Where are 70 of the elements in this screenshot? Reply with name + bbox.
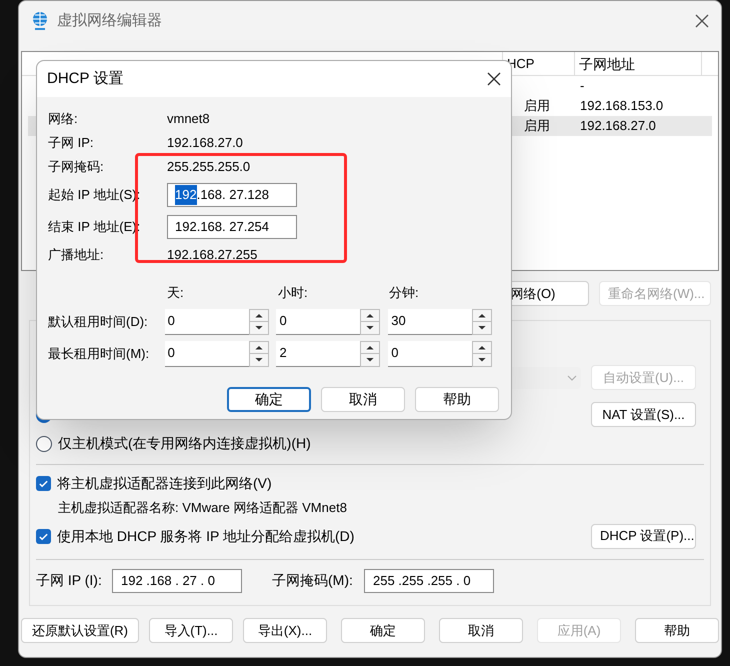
button[interactable]: 帮助 — [415, 386, 499, 412]
spin-field[interactable]: 2 — [276, 340, 360, 366]
spin-field[interactable]: 30 — [388, 308, 472, 334]
info-label: 广播地址: — [48, 246, 105, 264]
ip-octet: .128 — [244, 186, 270, 204]
info-value: vmnet8 — [167, 110, 210, 128]
table-cell-text: 启用 — [523, 117, 551, 136]
info-label: 网络: — [48, 110, 79, 128]
field-label: 最长租用时间(M): — [48, 344, 150, 363]
info-value: 255.255.255.0 — [167, 158, 250, 176]
spin-buttons[interactable] — [360, 340, 380, 366]
checkbox-label: 将主机虚拟适配器连接到此网络(V) — [57, 474, 272, 493]
table-cell-text: 启用 — [523, 97, 551, 116]
checkmark-icon — [38, 478, 49, 489]
spin-buttons[interactable] — [248, 340, 269, 366]
globe-icon — [31, 11, 49, 31]
radio-button[interactable] — [36, 436, 52, 452]
button[interactable]: 还原默认设置(R) — [21, 618, 139, 643]
button[interactable]: 帮助 — [635, 618, 719, 643]
spin-field[interactable]: 0 — [164, 308, 249, 334]
info-label: 子网 IP: — [48, 134, 95, 152]
ip-field[interactable]: 192 .168 . 27 . 0 — [112, 568, 242, 592]
info-label: 子网掩码: — [48, 158, 105, 176]
adapter-name: 主机虚拟适配器名称: VMware 网络适配器 VMnet8 — [58, 499, 348, 517]
mask-field[interactable]: 255 .255 .255 . 0 — [364, 568, 494, 592]
button[interactable]: 确定 — [341, 618, 425, 643]
button[interactable]: 取消 — [439, 618, 523, 643]
spin-field[interactable]: 0 — [164, 340, 249, 366]
radio-label: 仅主机模式(在专用网络内连接虚拟机)(H) — [58, 434, 311, 453]
spin-buttons[interactable] — [472, 308, 492, 334]
ip-octet: . 27 — [222, 186, 244, 204]
spin-buttons[interactable] — [360, 308, 380, 334]
close-icon[interactable] — [487, 72, 501, 86]
column-header: 天: — [167, 284, 185, 302]
field-label: 默认租用时间(D): — [48, 312, 149, 331]
spin-field[interactable]: 0 — [276, 308, 360, 334]
ip-octet: .168 — [196, 186, 222, 204]
table-cell-text: - — [579, 77, 586, 96]
button[interactable]: 确定 — [227, 386, 311, 412]
ip-octet: . 27 — [222, 218, 244, 236]
field-label: 子网掩码(M): — [272, 571, 354, 590]
checkbox[interactable] — [36, 528, 51, 544]
button[interactable]: DHCP 设置(P)... — [591, 524, 696, 548]
column-header: 分钟: — [389, 284, 420, 302]
ip-field[interactable]: 192.168. 27.128 — [167, 183, 297, 207]
ip-field[interactable]: 192.168. 27.254 — [167, 215, 297, 239]
spin-buttons[interactable] — [472, 340, 492, 366]
info-value: 192.168.27.255 — [167, 246, 258, 264]
column-header: 小时: — [278, 284, 309, 302]
button[interactable]: 导入(T)... — [149, 618, 233, 643]
ip-octet: .168 — [196, 218, 222, 236]
ip-octet: 192 — [175, 185, 197, 205]
field-label: 子网 IP (I): — [36, 571, 103, 590]
spin-field[interactable]: 0 — [388, 340, 472, 366]
info-value: 192.168.27.0 — [167, 134, 243, 152]
button[interactable]: 取消 — [321, 386, 405, 412]
button[interactable]: 导出(X)... — [243, 618, 327, 643]
table-cell-text: 192.168.153.0 — [579, 97, 664, 116]
ip-octet: 192 — [175, 218, 197, 236]
window-title: 虚拟网络编辑器 — [57, 10, 163, 31]
ip-octet: .254 — [244, 218, 270, 236]
checkbox[interactable] — [36, 476, 51, 491]
table-cell-text: 192.168.27.0 — [579, 117, 657, 136]
dialog-title: DHCP 设置 — [47, 68, 124, 89]
spin-buttons[interactable] — [248, 308, 269, 334]
column-header: 子网地址 — [574, 52, 702, 75]
checkbox-label: 使用本地 DHCP 服务将 IP 地址分配给虚拟机(D) — [57, 526, 356, 546]
chevron-icon — [567, 374, 577, 380]
button[interactable]: NAT 设置(S)... — [591, 402, 696, 427]
close-icon[interactable] — [695, 14, 709, 28]
